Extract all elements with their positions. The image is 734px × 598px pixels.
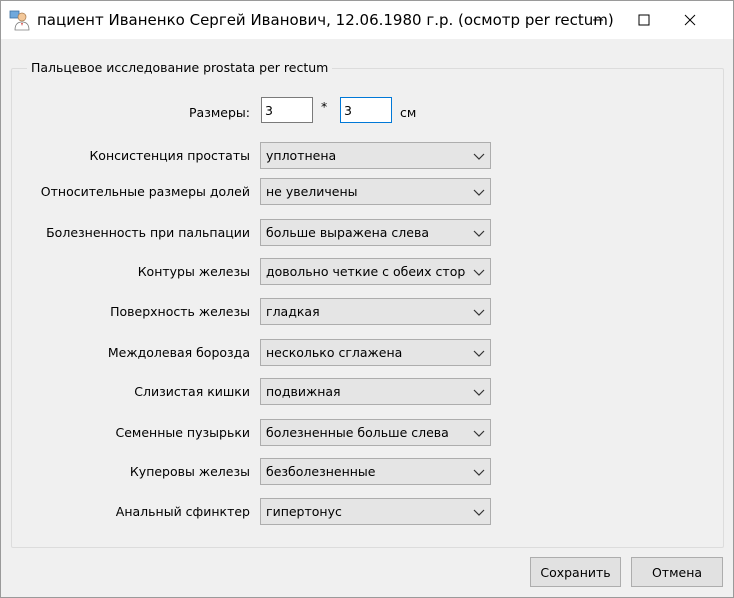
chevron-down-icon	[473, 350, 485, 357]
field-label: Анальный сфинктер	[115, 504, 250, 519]
maximize-button[interactable]	[621, 1, 667, 39]
window-title: пациент Иваненко Сергей Иванович, 12.06.…	[37, 11, 614, 29]
field-combobox[interactable]: уплотнена	[260, 142, 491, 169]
chevron-down-icon	[473, 153, 485, 160]
field-label: Семенные пузырьки	[115, 425, 250, 440]
chevron-down-icon	[473, 189, 485, 196]
field-label: Относительные размеры долей	[40, 184, 250, 199]
chevron-down-icon	[473, 269, 485, 276]
field-combobox[interactable]: болезненные больше слева	[260, 419, 491, 446]
field-label: Контуры железы	[137, 264, 250, 279]
field-combobox[interactable]: безболезненные	[260, 458, 491, 485]
field-combobox[interactable]: гладкая	[260, 298, 491, 325]
chevron-down-icon	[473, 469, 485, 476]
combobox-value: болезненные больше слева	[266, 425, 449, 440]
chevron-down-icon	[473, 430, 485, 437]
combobox-value: довольно четкие с обеих сторон	[266, 264, 466, 279]
minimize-button[interactable]	[575, 1, 621, 39]
size-width-input[interactable]	[261, 97, 313, 123]
size-length-input[interactable]	[340, 97, 392, 123]
combobox-value: гладкая	[266, 304, 320, 319]
combobox-value: не увеличены	[266, 184, 358, 199]
combobox-value: уплотнена	[266, 148, 337, 163]
field-combobox[interactable]: не увеличены	[260, 178, 491, 205]
chevron-down-icon	[473, 230, 485, 237]
chevron-down-icon	[473, 509, 485, 516]
cancel-button[interactable]: Отмена	[631, 557, 723, 587]
field-label: Слизистая кишки	[134, 384, 250, 399]
combobox-value: безболезненные	[266, 464, 376, 479]
field-label: Куперовы железы	[129, 464, 250, 479]
title-bar[interactable]: пациент Иваненко Сергей Иванович, 12.06.…	[1, 1, 733, 39]
field-combobox[interactable]: подвижная	[260, 378, 491, 405]
field-combobox[interactable]: больше выражена слева	[260, 219, 491, 246]
field-label: Междолевая борозда	[107, 345, 250, 360]
chevron-down-icon	[473, 309, 485, 316]
size-unit: см	[400, 105, 417, 120]
save-button[interactable]: Сохранить	[530, 557, 621, 587]
chevron-down-icon	[473, 389, 485, 396]
field-label: Болезненность при пальпации	[46, 225, 250, 240]
size-separator: *	[321, 99, 328, 114]
minimize-icon	[593, 19, 603, 21]
close-icon	[684, 14, 696, 26]
combobox-value: подвижная	[266, 384, 341, 399]
combobox-value: несколько сглажена	[266, 345, 403, 360]
groupbox-title: Пальцевое исследование prostata per rect…	[27, 60, 333, 75]
field-label: Поверхность железы	[110, 304, 250, 319]
field-label: Консистенция простаты	[89, 148, 250, 163]
field-combobox[interactable]: гипертонус	[260, 498, 491, 525]
field-combobox[interactable]: довольно четкие с обеих сторон	[260, 258, 491, 285]
close-button[interactable]	[667, 1, 713, 39]
combobox-value: гипертонус	[266, 504, 342, 519]
size-label: Размеры:	[189, 105, 250, 120]
combobox-value: больше выражена слева	[266, 225, 429, 240]
field-combobox[interactable]: несколько сглажена	[260, 339, 491, 366]
doctor-app-icon	[9, 9, 31, 31]
maximize-icon	[638, 14, 650, 26]
